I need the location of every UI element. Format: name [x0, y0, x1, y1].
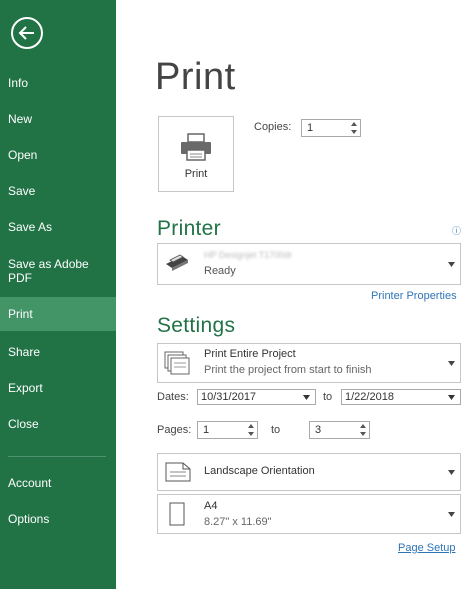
pages-to-spinner[interactable]: 3	[309, 421, 370, 439]
paper-size-dimensions: 8.27" x 11.69"	[204, 516, 272, 528]
spin-arrows-icon[interactable]	[247, 423, 255, 437]
paper-size-dropdown[interactable]: A4 8.27" x 11.69"	[157, 494, 461, 534]
chevron-down-icon	[448, 512, 455, 517]
chevron-down-icon[interactable]	[303, 395, 310, 400]
printer-dropdown[interactable]: HP Designjet T1700dr Ready	[157, 243, 461, 285]
printer-status: Ready	[204, 265, 236, 277]
chevron-down-icon[interactable]	[448, 395, 455, 400]
print-button-label: Print	[184, 168, 208, 180]
sidebar-item-share[interactable]: Share	[0, 335, 116, 369]
paper-size-name: A4	[204, 500, 218, 512]
sidebar-item-account[interactable]: Account	[0, 466, 116, 500]
sidebar-item-export[interactable]: Export	[0, 371, 116, 405]
orientation-label: Landscape Orientation	[204, 465, 315, 477]
sidebar-divider	[8, 456, 106, 457]
backstage-sidebar: Info New Open Save Save As Save as Adobe…	[0, 0, 116, 589]
info-icon[interactable]: ⓘ	[452, 224, 461, 237]
sidebar-item-new[interactable]: New	[0, 102, 116, 136]
sidebar-item-save-as[interactable]: Save As	[0, 210, 116, 244]
printer-name: HP Designjet T1700dr	[204, 250, 293, 260]
page-setup-link[interactable]: Page Setup	[398, 542, 456, 554]
sidebar-item-save-as-pdf[interactable]: Save as Adobe PDF	[0, 250, 110, 292]
paper-size-icon	[169, 502, 185, 526]
printer-properties-link[interactable]: Printer Properties	[371, 290, 457, 302]
sidebar-item-print[interactable]: Print	[0, 297, 116, 331]
print-range-title: Print Entire Project	[204, 348, 296, 360]
chevron-down-icon	[448, 262, 455, 267]
spin-arrows-icon[interactable]	[359, 423, 367, 437]
print-range-description: Print the project from start to finish	[204, 364, 372, 376]
printer-section-title: Printer	[157, 217, 221, 240]
sidebar-item-save[interactable]: Save	[0, 174, 116, 208]
landscape-orientation-icon	[165, 462, 191, 482]
print-range-dropdown[interactable]: Print Entire Project Print the project f…	[157, 343, 461, 383]
printer-icon	[181, 133, 211, 161]
pages-to-label: to	[271, 424, 281, 436]
dates-label: Dates:	[157, 391, 189, 403]
dates-to-label: to	[323, 391, 333, 403]
print-button[interactable]: Print	[158, 116, 234, 192]
sidebar-item-open[interactable]: Open	[0, 138, 116, 172]
pages-from-spinner[interactable]: 1	[197, 421, 258, 439]
date-from-field[interactable]: 10/31/2017	[197, 389, 316, 405]
sidebar-item-options[interactable]: Options	[0, 502, 116, 536]
copies-value: 1	[307, 122, 314, 134]
date-from-value: 10/31/2017	[201, 391, 257, 403]
pages-from-value: 1	[203, 424, 210, 436]
chevron-down-icon	[448, 361, 455, 366]
copies-spinner[interactable]: 1	[301, 119, 361, 137]
back-arrow-icon[interactable]	[10, 16, 44, 50]
pages-to-value: 3	[315, 424, 322, 436]
pages-label: Pages:	[157, 424, 192, 436]
printer-device-icon	[166, 254, 188, 271]
date-to-value: 1/22/2018	[345, 391, 394, 403]
pages-stack-icon	[164, 351, 190, 375]
spin-arrows-icon[interactable]	[350, 121, 358, 135]
sidebar-item-close[interactable]: Close	[0, 407, 116, 441]
copies-label: Copies:	[254, 121, 292, 133]
date-to-field[interactable]: 1/22/2018	[341, 389, 461, 405]
orientation-dropdown[interactable]: Landscape Orientation	[157, 453, 461, 491]
settings-section-title: Settings	[157, 314, 236, 337]
sidebar-item-info[interactable]: Info	[0, 66, 116, 100]
page-title: Print	[155, 56, 236, 98]
chevron-down-icon	[448, 470, 455, 475]
